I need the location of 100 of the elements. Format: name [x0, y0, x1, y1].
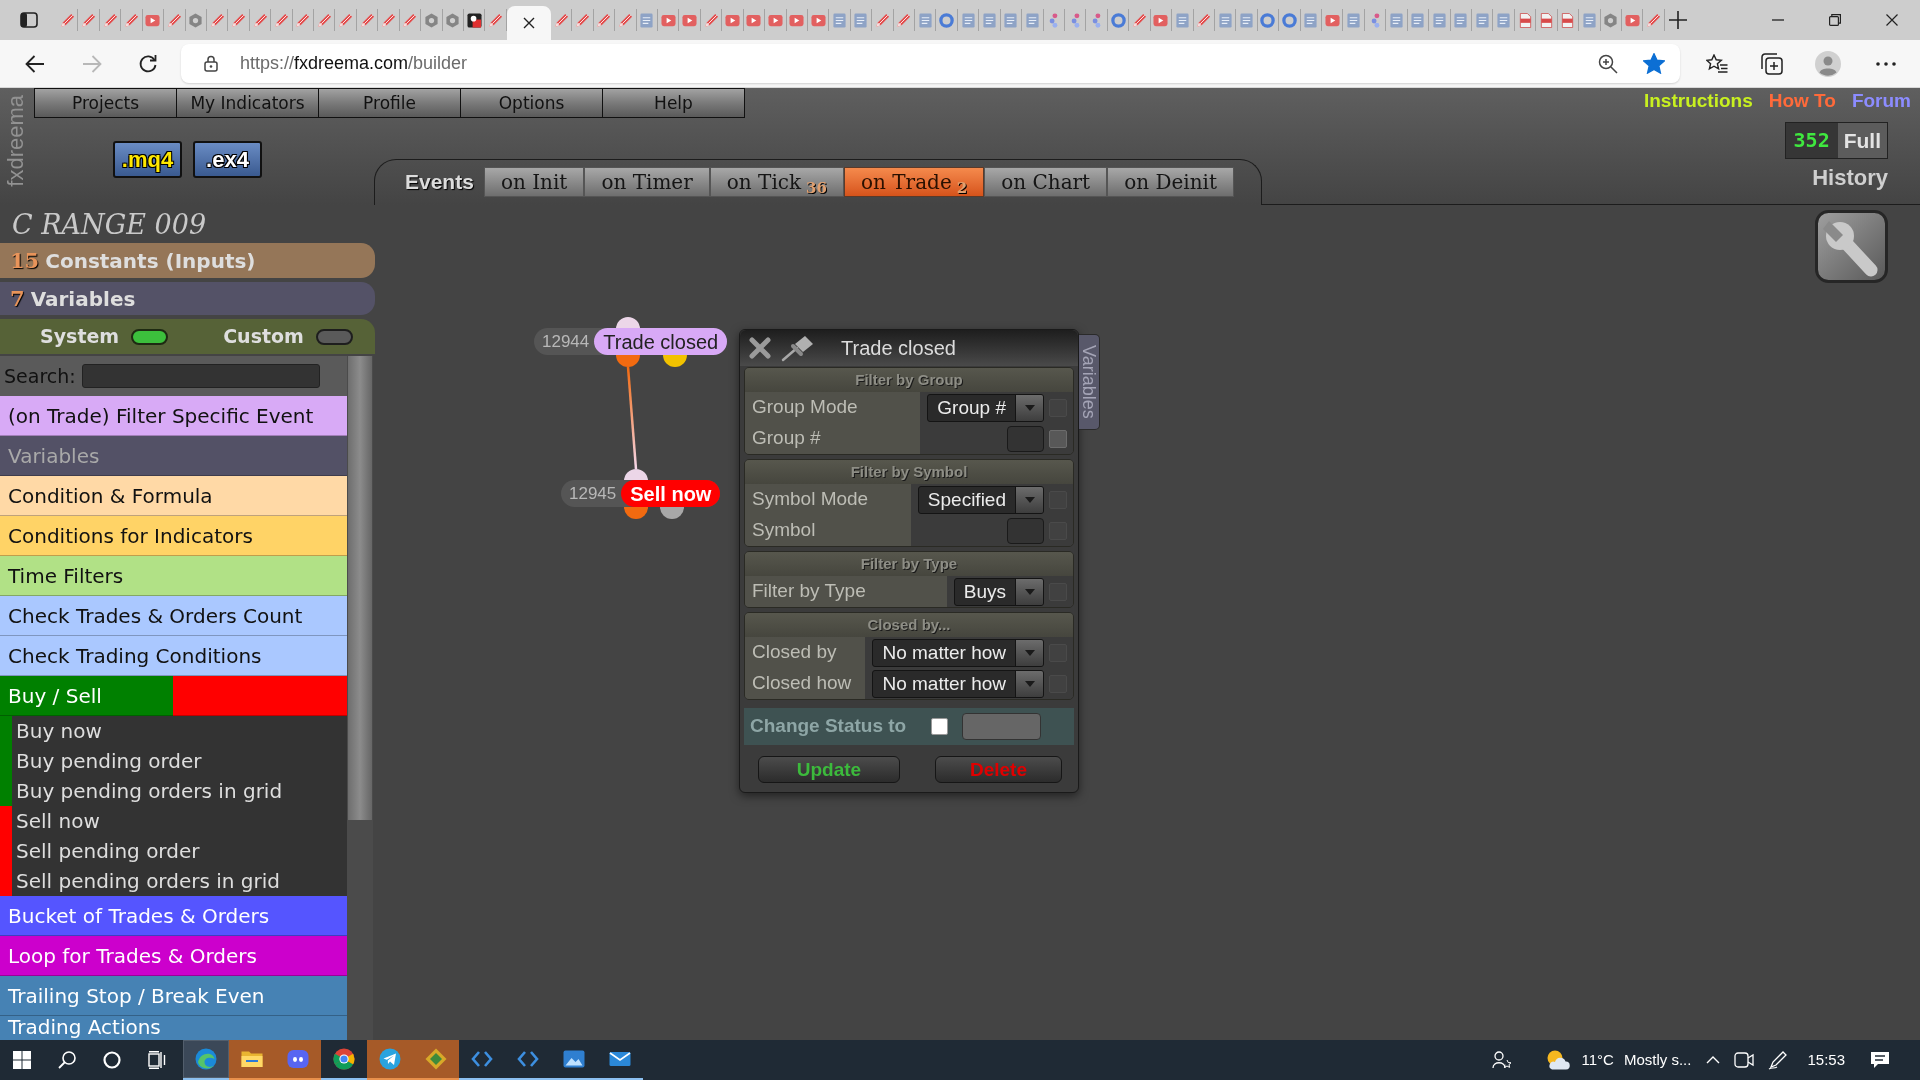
- collections-icon[interactable]: [1761, 52, 1783, 75]
- toggle-switch[interactable]: [315, 328, 353, 345]
- page-icon: [1346, 12, 1362, 28]
- people-icon[interactable]: [1491, 1051, 1512, 1069]
- block-category[interactable]: Check Trading Conditions: [0, 636, 347, 676]
- menu-item[interactable]: Options: [460, 88, 603, 118]
- event-tab[interactable]: on Trade 2: [844, 167, 985, 197]
- chevron-up-icon[interactable]: [1706, 1056, 1721, 1064]
- scrollbar-thumb[interactable]: [348, 356, 372, 820]
- plan-label[interactable]: Full: [1837, 123, 1887, 158]
- notification-icon[interactable]: [1870, 1051, 1890, 1069]
- menu-item[interactable]: Help: [602, 88, 745, 118]
- hexagon-icon: [1603, 12, 1619, 28]
- refresh-icon[interactable]: [138, 53, 158, 74]
- start-icon[interactable]: [13, 1051, 31, 1069]
- tab-actions-icon[interactable]: [20, 12, 38, 28]
- section-heading[interactable]: Variables: [0, 436, 347, 476]
- variables-bar[interactable]: 7 Variables: [0, 282, 375, 315]
- block-category[interactable]: Buy / Sell: [0, 676, 347, 716]
- avatar-icon[interactable]: [1815, 50, 1841, 77]
- camera-icon[interactable]: [1734, 1051, 1755, 1069]
- block-node[interactable]: 12944 Trade closed: [534, 328, 728, 355]
- node-label[interactable]: Sell now: [621, 480, 721, 507]
- field-label: Group #: [752, 426, 821, 451]
- pen-icon: [338, 12, 354, 28]
- block-category[interactable]: Loop for Trades & Orders: [0, 936, 347, 976]
- history-link[interactable]: History: [1812, 164, 1888, 192]
- section-heading: Filter by Symbol: [850, 461, 968, 482]
- toggle-switch[interactable]: [131, 328, 169, 345]
- taskbar-app[interactable]: [183, 1040, 229, 1080]
- zoom-in-icon[interactable]: [1598, 53, 1618, 74]
- browser-tab[interactable]: [464, 9, 486, 31]
- menu-item[interactable]: Profile: [318, 88, 461, 118]
- ring-icon: [1260, 12, 1276, 28]
- event-tab[interactable]: on Deinit: [1107, 167, 1235, 197]
- search-field[interactable]: [81, 364, 320, 388]
- star-icon[interactable]: [1643, 53, 1665, 74]
- pen-icon: [874, 12, 890, 28]
- status-field[interactable]: [962, 713, 1041, 740]
- close-icon[interactable]: [1885, 14, 1898, 26]
- caret-icon: [1024, 588, 1035, 595]
- export-button[interactable]: .mq4: [113, 141, 182, 178]
- ring-icon[interactable]: [103, 1051, 121, 1069]
- constants-bar[interactable]: 15 Constants (Inputs): [0, 243, 375, 278]
- checkbox[interactable]: [1049, 429, 1067, 448]
- pen-icon: [553, 12, 569, 28]
- event-tab[interactable]: on Tick 36: [709, 167, 844, 197]
- credit-count: 352: [1792, 127, 1831, 154]
- constants-count: 15: [10, 246, 40, 275]
- lock-icon: [204, 55, 218, 72]
- more-icon[interactable]: [1876, 61, 1896, 66]
- event-tab[interactable]: on Chart: [984, 167, 1108, 197]
- block-node[interactable]: 12945 Sell now: [561, 480, 721, 507]
- new-tab-icon[interactable]: [1669, 11, 1687, 29]
- back-icon[interactable]: [25, 54, 45, 73]
- block-category[interactable]: Time Filters: [0, 556, 347, 596]
- address-field[interactable]: https://fxdreema.com/builder: [181, 44, 1680, 83]
- play-icon: [1324, 12, 1340, 28]
- pen-icon: [359, 12, 375, 28]
- search-icon[interactable]: [58, 1051, 76, 1069]
- input-field[interactable]: [1007, 517, 1044, 544]
- pen-icon: [295, 12, 311, 28]
- block-category[interactable]: Trading Actions: [0, 1016, 347, 1040]
- export-button[interactable]: .ex4: [193, 141, 262, 178]
- update-button[interactable]: Update: [758, 756, 900, 783]
- favorites-icon[interactable]: [1706, 53, 1728, 74]
- pen-icon[interactable]: [1768, 1050, 1789, 1070]
- pen-icon: [617, 12, 633, 28]
- close-icon[interactable]: [522, 17, 535, 29]
- block-category[interactable]: Trailing Stop / Break Even: [0, 976, 347, 1016]
- block-category[interactable]: Conditions for Indicators: [0, 516, 347, 556]
- hexagon-icon: [423, 12, 439, 28]
- event-tab[interactable]: on Init: [483, 167, 585, 197]
- input-field[interactable]: [1007, 425, 1044, 452]
- block-category[interactable]: (on Trade) Filter Specific Event: [0, 396, 347, 436]
- restore-icon[interactable]: [1828, 14, 1841, 26]
- ring-icon: [1281, 12, 1297, 28]
- section-heading: Filter by Group: [855, 369, 963, 390]
- variables-count: 7: [10, 284, 25, 313]
- hexagon-icon: [188, 12, 204, 28]
- side-tab[interactable]: Variables: [1079, 334, 1100, 430]
- sun-cloud-icon[interactable]: [1545, 1050, 1570, 1070]
- menu-item[interactable]: Projects: [34, 88, 177, 118]
- wrench-icon[interactable]: [1815, 210, 1888, 283]
- header-link[interactable]: Instructions: [1643, 89, 1753, 113]
- page-icon: [1581, 12, 1597, 28]
- pin-icon[interactable]: [781, 334, 815, 362]
- block-category[interactable]: Bucket of Trades & Orders: [0, 896, 347, 936]
- event-tab[interactable]: on Timer: [584, 167, 710, 197]
- pen-icon: [1196, 12, 1212, 28]
- menu-item[interactable]: My Indicators: [176, 88, 319, 118]
- block-category[interactable]: Condition & Formula: [0, 476, 347, 516]
- taskbar-app[interactable]: [367, 1040, 413, 1080]
- minimize-icon[interactable]: [1771, 19, 1784, 21]
- checkbox[interactable]: [931, 718, 948, 735]
- block-category[interactable]: Check Trades & Orders Count: [0, 596, 347, 636]
- node-label[interactable]: Trade closed: [594, 328, 728, 355]
- task-view-icon[interactable]: [148, 1051, 166, 1069]
- pen-icon: [273, 12, 289, 28]
- document-icon: [1517, 12, 1533, 28]
